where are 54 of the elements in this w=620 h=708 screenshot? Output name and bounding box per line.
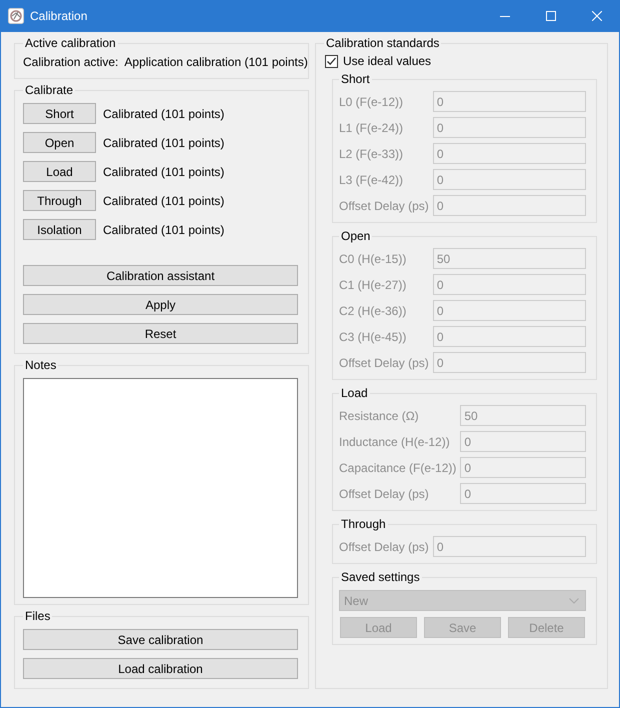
field-label: C3 (H(e-45)) <box>339 330 408 344</box>
group-title: Load <box>340 386 369 400</box>
standard-button[interactable]: Load <box>23 161 96 182</box>
group-title: Short <box>340 72 371 86</box>
status-label: Calibration active: <box>23 55 118 69</box>
group-title: Calibration standards <box>325 36 440 50</box>
field-label: C1 (H(e-27)) <box>339 278 408 292</box>
field-label: L3 (F(e-42)) <box>339 172 404 186</box>
group-title: Saved settings <box>340 570 421 584</box>
field-label: L0 (F(e-12)) <box>339 94 404 108</box>
calibration-status: Calibrated (101 points) <box>103 222 224 236</box>
settings-button[interactable]: Save <box>424 617 501 638</box>
field-label: L2 (F(e-33)) <box>339 146 404 160</box>
chevron-down-icon <box>569 598 579 604</box>
field-label: C0 (H(e-15)) <box>339 252 408 266</box>
window-title: Calibration <box>30 9 88 23</box>
file-button[interactable]: Load calibration <box>23 658 298 679</box>
calibration-status: Calibrated (101 points) <box>103 164 224 178</box>
field-label: Inductance (H(e-12)) <box>339 434 451 448</box>
settings-dropdown[interactable]: New <box>339 590 586 611</box>
standard-button[interactable]: Through <box>23 190 96 211</box>
group-title: Calibrate <box>24 83 74 97</box>
calibration-status: Calibrated (101 points) <box>103 194 224 208</box>
standard-button[interactable]: Short <box>23 103 96 124</box>
close-icon <box>592 11 602 21</box>
field-label: Resistance (Ω) <box>339 408 420 422</box>
settings-button[interactable]: Load <box>340 617 417 638</box>
use-ideal-checkbox[interactable] <box>325 54 338 68</box>
standard-button[interactable]: Open <box>23 132 96 153</box>
field-label: Offset Delay (ps) <box>339 486 430 500</box>
notes-field[interactable] <box>23 378 298 598</box>
group-title: Notes <box>24 358 58 372</box>
group-title: Through <box>340 517 387 531</box>
checkbox-label: Use ideal values <box>343 54 432 68</box>
standard-button[interactable]: Isolation <box>23 219 96 240</box>
field-label: L1 (F(e-24)) <box>339 120 404 134</box>
calibration-status: Calibrated (101 points) <box>103 136 224 150</box>
action-button[interactable]: Reset <box>23 323 298 344</box>
group-title: Files <box>24 609 52 623</box>
field-label: Offset Delay (ps) <box>339 540 429 554</box>
field-label: Capacitance (F(e-12)) <box>339 460 456 474</box>
field-label: C2 (H(e-36)) <box>339 304 408 318</box>
status-value: Application calibration (101 points) <box>124 55 308 69</box>
field-label: Offset Delay (ps) <box>339 356 429 370</box>
field-label: Offset Delay (ps) <box>339 198 429 212</box>
maximize-icon <box>546 11 556 21</box>
action-button[interactable]: Apply <box>23 294 298 315</box>
file-button[interactable]: Save calibration <box>23 629 298 650</box>
group-title: Active calibration <box>24 36 117 50</box>
app-icon <box>8 8 24 24</box>
calibration-status: Calibrated (101 points) <box>103 106 224 120</box>
settings-button[interactable]: Delete <box>508 617 585 638</box>
action-button[interactable]: Calibration assistant <box>23 265 298 286</box>
group-title: Open <box>340 229 372 243</box>
